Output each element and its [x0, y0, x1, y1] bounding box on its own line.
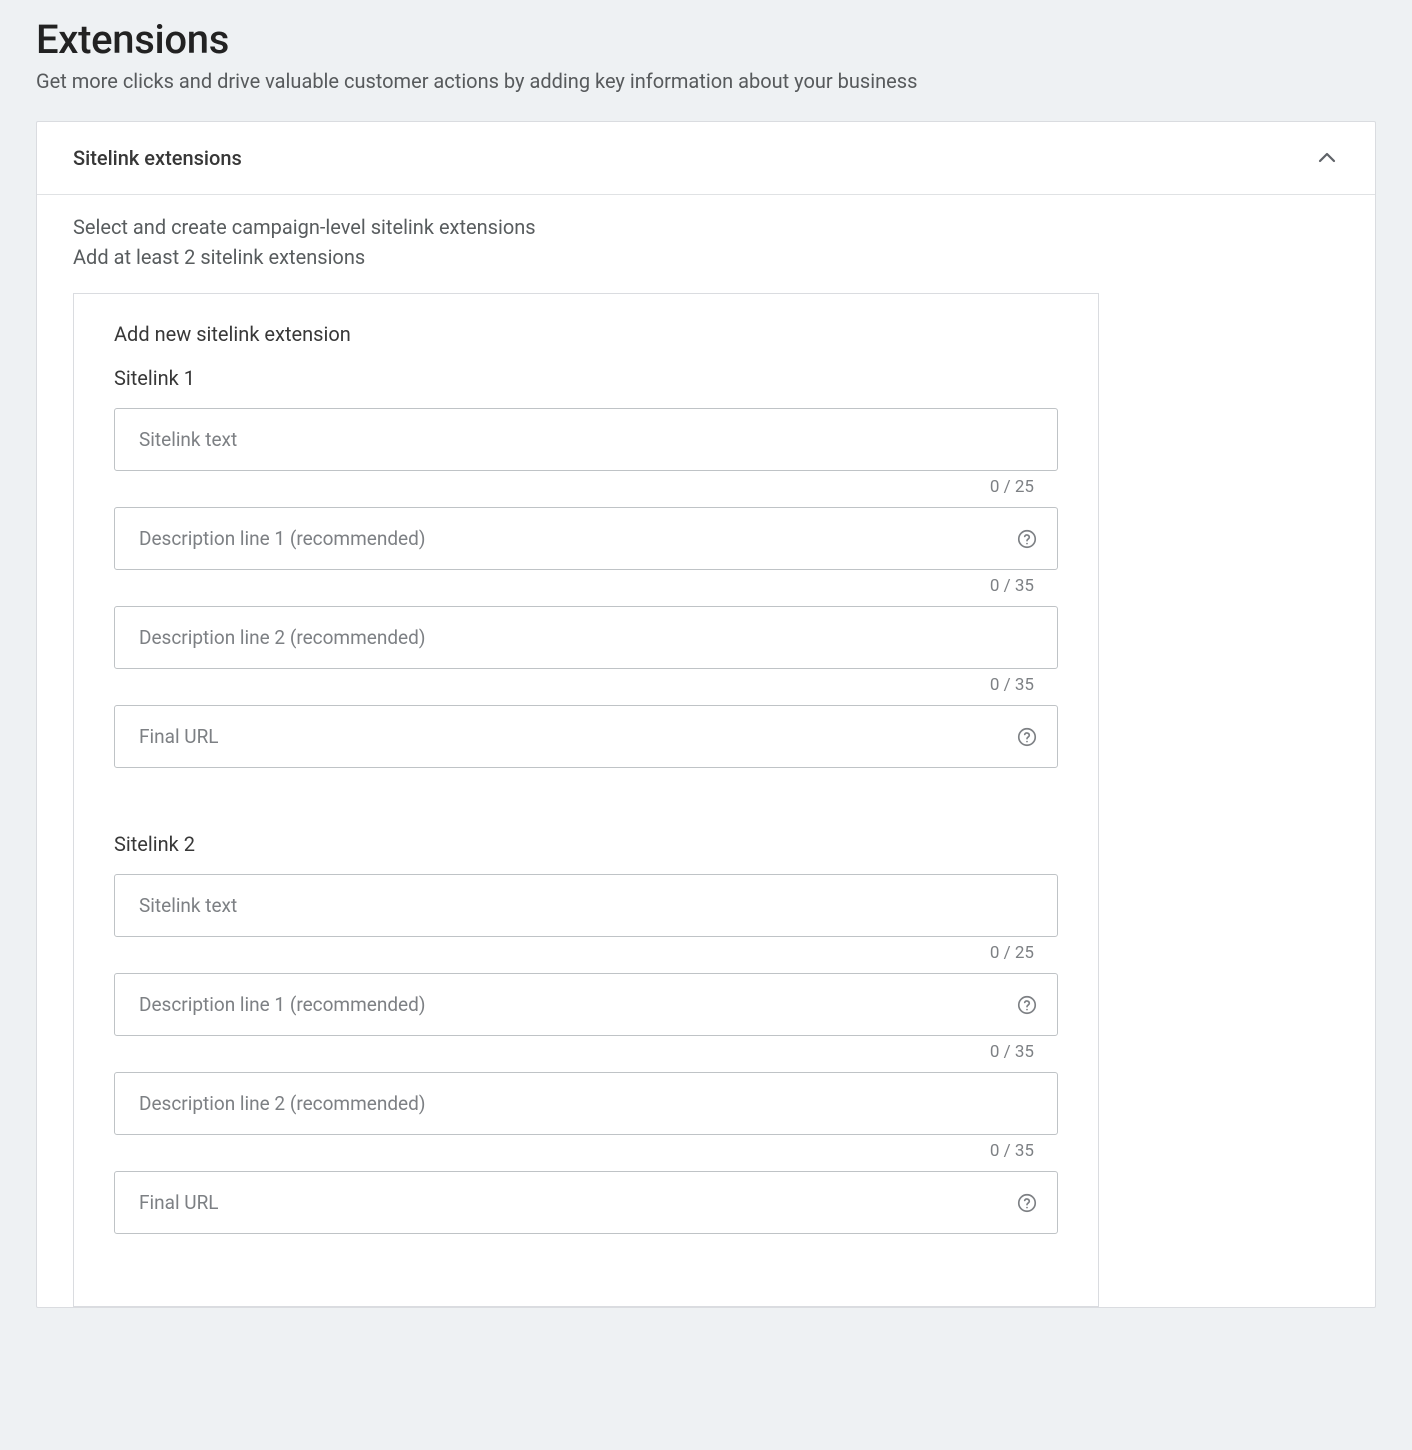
help-icon[interactable] — [1016, 1192, 1038, 1214]
description-line-1-input[interactable] — [114, 507, 1058, 570]
page-title: Extensions — [36, 16, 1376, 63]
sitelink-heading: Sitelink 2 — [114, 832, 1058, 856]
card-header[interactable]: Sitelink extensions — [37, 122, 1375, 195]
sitelink-heading: Sitelink 1 — [114, 366, 1058, 390]
sitelink-extensions-card: Sitelink extensions Select and create ca… — [36, 121, 1376, 1308]
sitelink-block-2: Sitelink 2 0 / 25 0 / 35 — [114, 832, 1058, 1242]
chevron-up-icon[interactable] — [1315, 146, 1339, 170]
add-sitelink-card: Add new sitelink extension Sitelink 1 0 … — [73, 293, 1099, 1307]
sitelink-text-input[interactable] — [114, 408, 1058, 471]
char-counter: 0 / 35 — [114, 570, 1058, 606]
description-line-2-input[interactable] — [114, 1072, 1058, 1135]
sitelink-block-1: Sitelink 1 0 / 25 0 / 35 — [114, 366, 1058, 776]
char-counter: 0 / 35 — [114, 669, 1058, 705]
panel-lead-1: Select and create campaign-level sitelin… — [73, 215, 1339, 239]
description-line-1-input[interactable] — [114, 973, 1058, 1036]
help-icon[interactable] — [1016, 726, 1038, 748]
card-body: Select and create campaign-level sitelin… — [37, 195, 1375, 1307]
help-icon[interactable] — [1016, 994, 1038, 1016]
add-sitelink-title: Add new sitelink extension — [114, 322, 1058, 346]
final-url-input[interactable] — [114, 705, 1058, 768]
description-line-2-input[interactable] — [114, 606, 1058, 669]
sitelink-text-input[interactable] — [114, 874, 1058, 937]
char-counter: 0 / 35 — [114, 1036, 1058, 1072]
panel-lead-2: Add at least 2 sitelink extensions — [73, 245, 1339, 269]
char-counter: 0 / 25 — [114, 471, 1058, 507]
char-counter: 0 / 25 — [114, 937, 1058, 973]
card-header-title: Sitelink extensions — [73, 146, 242, 170]
final-url-input[interactable] — [114, 1171, 1058, 1234]
help-icon[interactable] — [1016, 528, 1038, 550]
page-subtitle: Get more clicks and drive valuable custo… — [36, 69, 1376, 93]
char-counter: 0 / 35 — [114, 1135, 1058, 1171]
